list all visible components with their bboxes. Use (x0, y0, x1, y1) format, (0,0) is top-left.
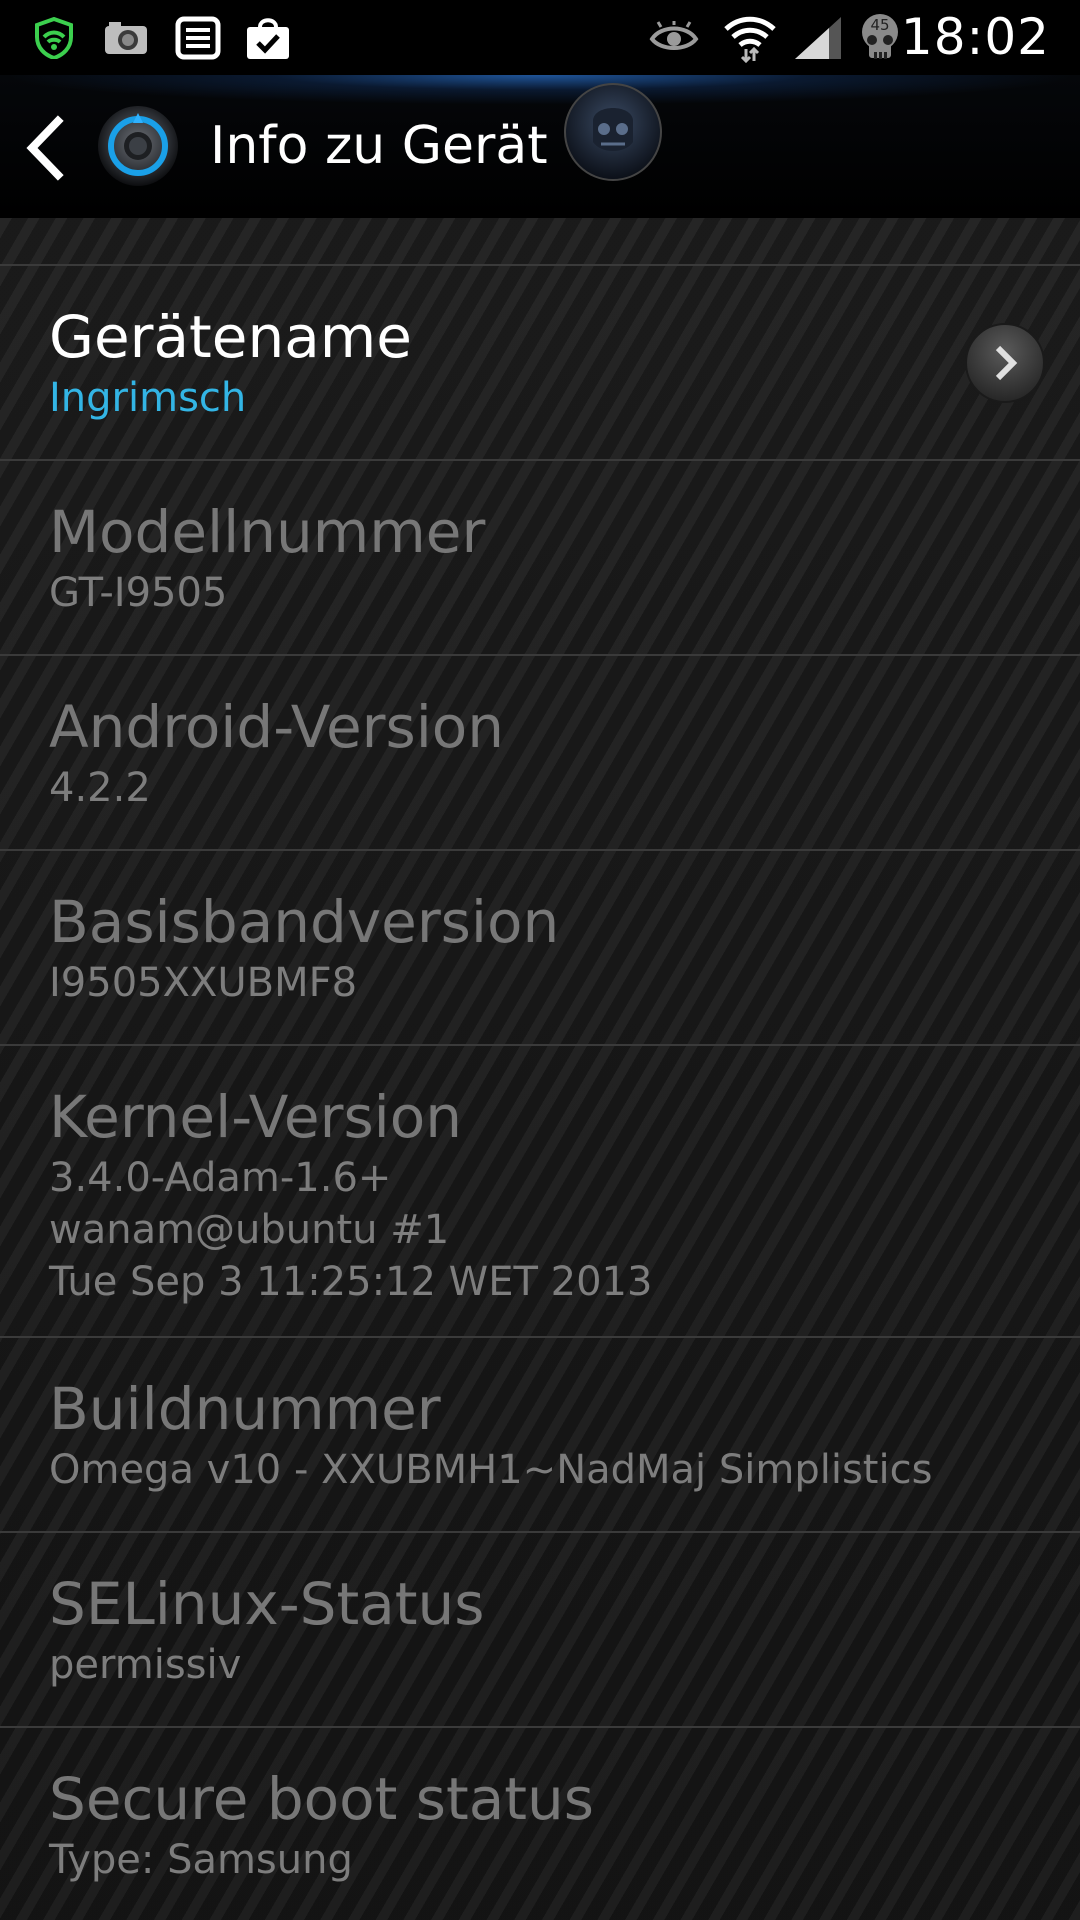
notes-icon (174, 0, 222, 75)
camera-icon (102, 0, 150, 75)
eye-icon (648, 0, 700, 75)
chevron-right-icon (965, 323, 1045, 403)
page-title: Info zu Gerät (210, 116, 548, 176)
status-bar: 45 18:02 (0, 0, 1080, 75)
clock: 18:02 (900, 8, 1050, 66)
list-item-model-number: Modellnummer GT-I9505 (0, 461, 1080, 656)
skull-badge-count: 45 (870, 16, 889, 34)
list-item-build-number[interactable]: Buildnummer Omega v10 - XXUBMH1~NadMaj S… (0, 1338, 1080, 1533)
avatar[interactable] (563, 82, 663, 182)
list-item-value-line: wanam@ubuntu #1 (49, 1207, 450, 1253)
list-item-title: SELinux-Status (49, 1570, 485, 1638)
list-item-value: permissiv (49, 1642, 242, 1688)
list-item-value: Ingrimsch (49, 375, 247, 421)
list-item-title: Secure boot status (49, 1765, 595, 1833)
back-button[interactable] (22, 115, 68, 181)
list-item-value: I9505XXUBMF8 (49, 960, 358, 1006)
list-item-value: Type: Samsung (49, 1837, 353, 1883)
shield-icon (32, 0, 76, 75)
list-item-title: Kernel-Version (49, 1083, 463, 1151)
list-item-baseband-version: Basisbandversion I9505XXUBMF8 (0, 851, 1080, 1046)
device-info-list: Gerätename Ingrimsch Modellnummer GT-I95… (0, 218, 1080, 1920)
list-item-device-name[interactable]: Gerätename Ingrimsch (0, 266, 1080, 461)
settings-app-icon[interactable] (97, 105, 179, 187)
list-item-android-version[interactable]: Android-Version 4.2.2 (0, 656, 1080, 851)
list-item-title: Basisbandversion (49, 888, 560, 956)
list-item-title: Android-Version (49, 693, 505, 761)
list-item-kernel-version: Kernel-Version 3.4.0-Adam-1.6+ wanam@ubu… (0, 1046, 1080, 1338)
list-item-value: Omega v10 - XXUBMH1~NadMaj Simplistics (49, 1447, 933, 1493)
list-item-title: Buildnummer (49, 1375, 441, 1443)
list-item-value: 4.2.2 (49, 765, 151, 811)
shopping-bag-icon (244, 0, 292, 75)
back-arrow-icon (26, 115, 64, 181)
skull-icon: 45 (856, 0, 904, 75)
list-item-secure-boot-status: Secure boot status Type: Samsung (0, 1728, 1080, 1920)
wifi-icon (722, 0, 778, 75)
list-item-title: Gerätename (49, 303, 412, 371)
device-info-screen: 45 18:02 Info zu Gerät Gerätename Ingrim… (0, 0, 1080, 1920)
signal-icon (792, 0, 844, 75)
list-item-value: GT-I9505 (49, 570, 228, 616)
list-item-selinux-status: SELinux-Status permissiv (0, 1533, 1080, 1728)
list-item-value-line: Tue Sep 3 11:25:12 WET 2013 (49, 1259, 653, 1305)
list-item-title: Modellnummer (49, 498, 486, 566)
list-item-value-line: 3.4.0-Adam-1.6+ (49, 1155, 392, 1201)
edit-device-name-button[interactable] (964, 322, 1046, 404)
list-top-divider (0, 218, 1080, 266)
action-bar: Info zu Gerät (0, 75, 1080, 218)
